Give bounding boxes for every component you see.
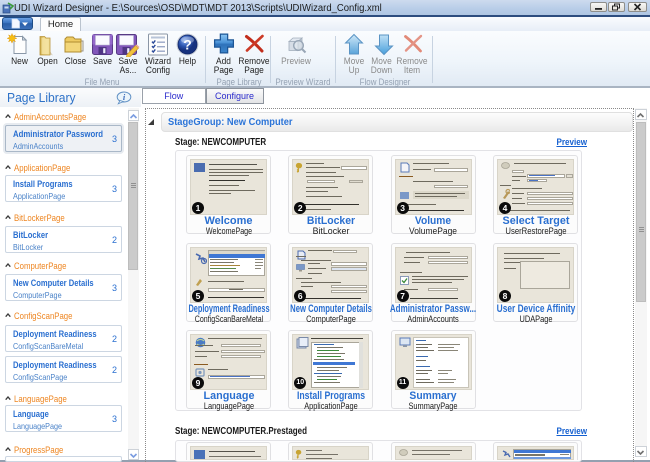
svg-text:?: ? — [183, 37, 192, 53]
